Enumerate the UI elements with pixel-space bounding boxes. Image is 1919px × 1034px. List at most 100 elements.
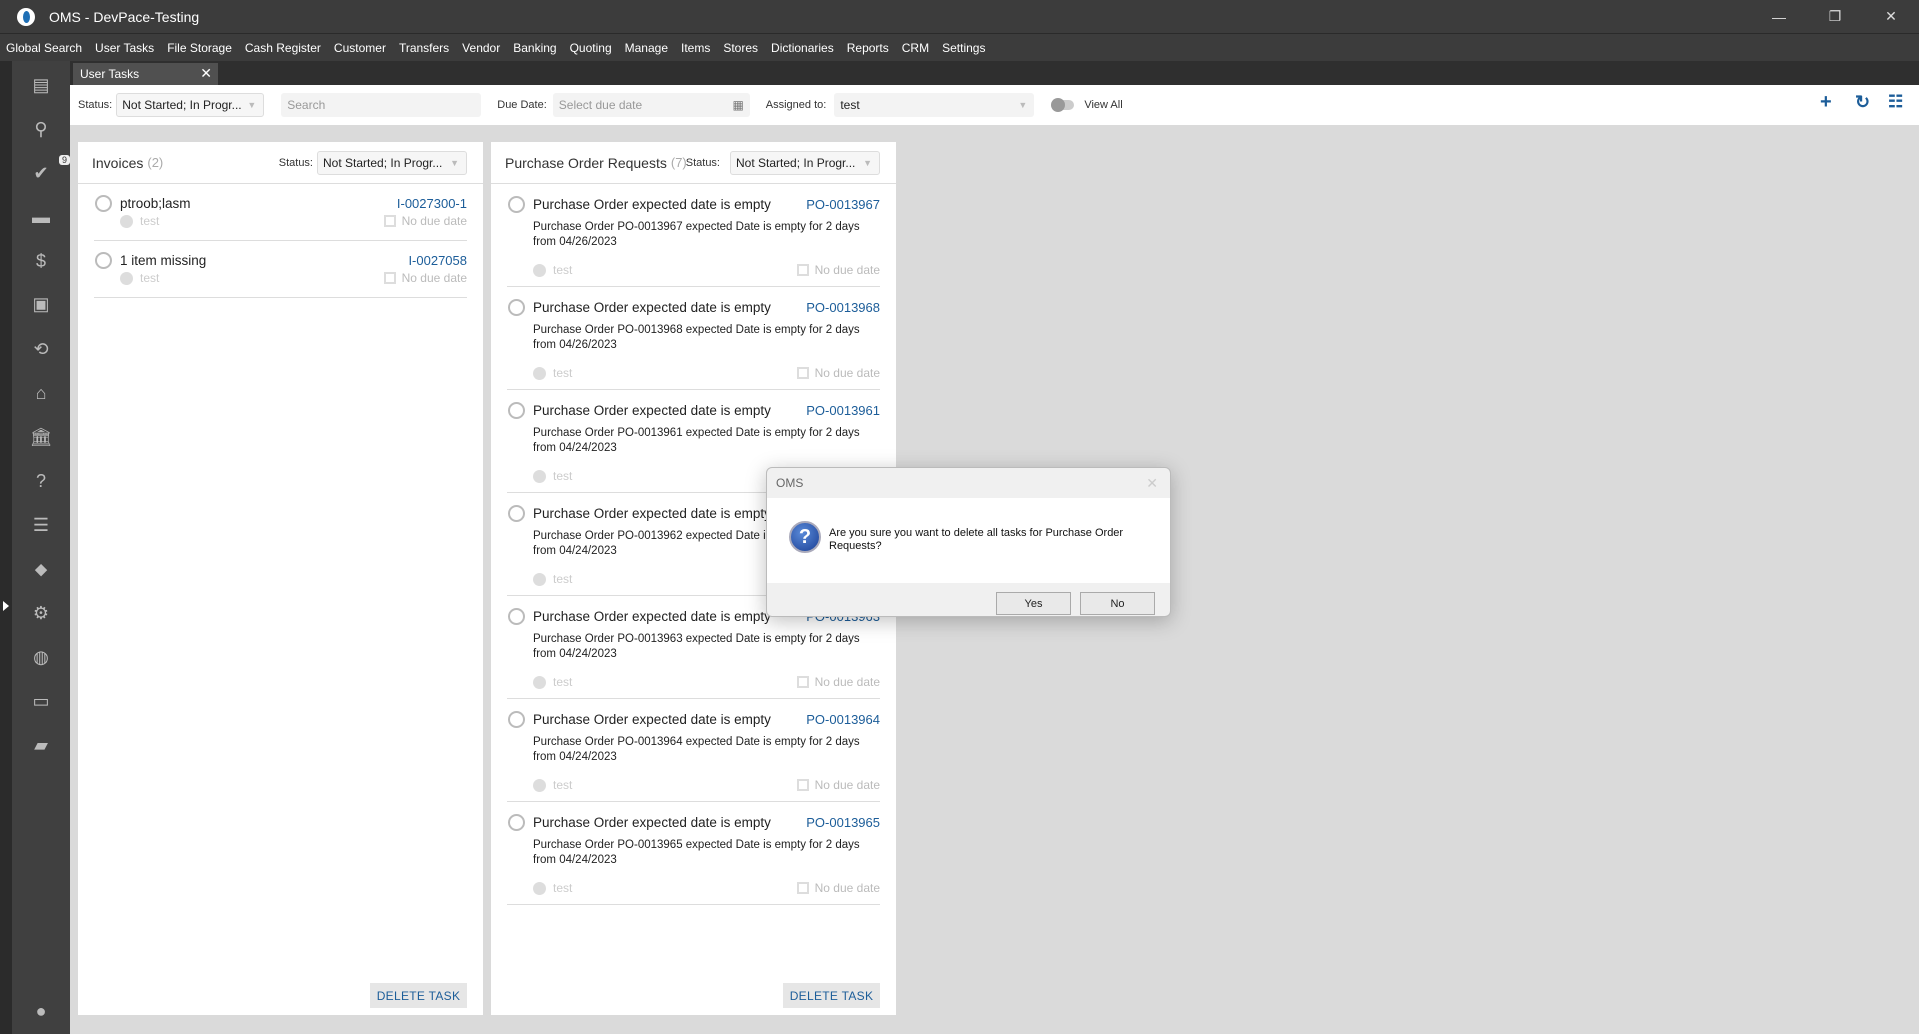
folder-icon[interactable]: ▬: [29, 205, 53, 229]
contact-icon[interactable]: ▣: [29, 292, 53, 316]
dashboard-icon[interactable]: ▤: [29, 73, 53, 97]
tab-close-icon[interactable]: ✕: [200, 65, 212, 82]
status-filter-select[interactable]: Not Started; In Progr... ▼: [116, 93, 265, 117]
tab-user-tasks[interactable]: User Tasks ✕: [73, 63, 218, 85]
menu-item[interactable]: File Storage: [167, 41, 232, 55]
user-icon: [533, 263, 546, 277]
dialog-title: OMS: [776, 476, 804, 490]
complete-radio[interactable]: [95, 195, 112, 212]
task-link[interactable]: I-0027058: [408, 253, 467, 268]
calendar-icon[interactable]: ▦: [732, 98, 743, 112]
bank-icon[interactable]: 🏛: [29, 425, 53, 449]
list-item[interactable]: 1 item missing I-0027058 test No due dat…: [94, 241, 467, 298]
complete-radio[interactable]: [508, 814, 525, 831]
po-status-select[interactable]: Not Started; In Progr... ▼: [730, 150, 880, 175]
complete-radio[interactable]: [508, 608, 525, 625]
view-all-toggle[interactable]: [1051, 98, 1075, 112]
search-icon[interactable]: ⚲: [29, 117, 53, 141]
menu-item[interactable]: Vendor: [462, 41, 500, 55]
search-input[interactable]: Search: [281, 93, 482, 117]
close-window-button[interactable]: ✕: [1863, 0, 1919, 33]
calendar-icon: [796, 264, 809, 276]
chat-icon[interactable]: ▰: [29, 733, 53, 757]
task-link[interactable]: PO-0013964: [806, 712, 880, 727]
menu-item[interactable]: Dictionaries: [771, 41, 834, 55]
task-link[interactable]: PO-0013965: [806, 815, 880, 830]
complete-radio[interactable]: [508, 505, 525, 522]
complete-radio[interactable]: [508, 711, 525, 728]
list-item[interactable]: Purchase Order expected date is empty PO…: [507, 802, 880, 905]
refresh-icon[interactable]: ↻: [1855, 92, 1870, 113]
transfers-icon[interactable]: ⟲: [29, 337, 53, 361]
restore-button[interactable]: ❐: [1807, 0, 1863, 33]
task-title: Purchase Order expected date is empty: [533, 815, 771, 830]
menu-item[interactable]: Cash Register: [245, 41, 321, 55]
task-title: Purchase Order expected date is empty: [533, 609, 771, 624]
tasks-check-icon[interactable]: ✔ 9: [29, 155, 71, 185]
due-text: No due date: [814, 778, 880, 792]
task-title: Purchase Order expected date is empty: [533, 197, 771, 212]
dollar-icon[interactable]: $: [29, 249, 53, 273]
due-date-input[interactable]: Select due date ▦: [552, 93, 750, 117]
due-date: No due date: [796, 675, 880, 689]
tag-icon[interactable]: ⬥: [29, 557, 53, 581]
menu-item[interactable]: CRM: [902, 41, 929, 55]
clipboard-icon[interactable]: ☰: [29, 513, 53, 537]
delete-task-button[interactable]: DELETE TASK: [783, 983, 880, 1008]
list-item[interactable]: Purchase Order expected date is empty PO…: [507, 287, 880, 390]
complete-radio[interactable]: [508, 402, 525, 419]
monitor-icon[interactable]: ▭: [29, 689, 53, 713]
globe-icon[interactable]: ◍: [29, 645, 53, 669]
task-link[interactable]: PO-0013967: [806, 197, 880, 212]
app-logo-icon: [17, 7, 35, 26]
task-description: Purchase Order PO-0013968 expected Date …: [533, 324, 860, 351]
user-icon[interactable]: ●: [29, 999, 53, 1023]
no-button[interactable]: No: [1080, 592, 1155, 615]
menu-item[interactable]: Reports: [847, 41, 889, 55]
dialog-close-icon[interactable]: ✕: [1146, 475, 1158, 492]
yes-button[interactable]: Yes: [996, 592, 1071, 615]
sidebar-collapse-strip[interactable]: [0, 61, 12, 1034]
menu-item[interactable]: Items: [681, 41, 710, 55]
list-view-icon[interactable]: ☷: [1888, 92, 1903, 112]
list-item[interactable]: ptroob;lasm I-0027300-1 test No due date: [94, 184, 467, 241]
status-value: Not Started; In Progr...: [323, 155, 443, 170]
menu-bar: Global Search User Tasks File Storage Cash …: [0, 33, 1919, 61]
store-icon[interactable]: ⌂: [29, 381, 53, 405]
menu-item[interactable]: Banking: [513, 41, 556, 55]
quoting-icon[interactable]: ?: [29, 469, 53, 493]
menu-item[interactable]: Settings: [942, 41, 985, 55]
assignee-name: test: [140, 271, 160, 285]
sidebar: ▤ ⚲ ✔ 9 ▬ $ ▣ ⟲ ⌂ 🏛 ? ☰ ⬥ ⚙ ◍ ▭ ▰ ●: [12, 61, 71, 1034]
list-item[interactable]: Purchase Order expected date is empty PO…: [507, 184, 880, 287]
panel-title: Purchase Order Requests: [505, 154, 667, 171]
menu-item[interactable]: Manage: [625, 41, 668, 55]
add-icon[interactable]: +: [1820, 91, 1832, 114]
menu-item[interactable]: Transfers: [399, 41, 449, 55]
task-title: ptroob;lasm: [120, 196, 191, 211]
menu-item[interactable]: Customer: [334, 41, 386, 55]
due-text: No due date: [814, 675, 880, 689]
delete-task-button[interactable]: DELETE TASK: [370, 983, 467, 1008]
task-description: Purchase Order PO-0013964 expected Date …: [533, 736, 860, 763]
menu-item[interactable]: Quoting: [570, 41, 612, 55]
menu-item[interactable]: Global Search: [6, 41, 82, 55]
task-link[interactable]: I-0027300-1: [397, 196, 467, 211]
menu-item[interactable]: Stores: [723, 41, 758, 55]
complete-radio[interactable]: [508, 299, 525, 316]
gear-icon[interactable]: ⚙: [29, 601, 53, 625]
task-link[interactable]: PO-0013961: [806, 403, 880, 418]
complete-radio[interactable]: [95, 252, 112, 269]
tab-bar: User Tasks ✕: [70, 61, 1919, 85]
complete-radio[interactable]: [508, 196, 525, 213]
minimize-button[interactable]: —: [1751, 0, 1807, 33]
expand-arrow-icon[interactable]: [3, 601, 9, 611]
assigned-select[interactable]: test ▼: [834, 93, 1035, 117]
task-link[interactable]: PO-0013968: [806, 300, 880, 315]
invoice-status-select[interactable]: Not Started; In Progr... ▼: [317, 150, 467, 175]
user-icon: [533, 675, 546, 689]
list-item[interactable]: Purchase Order expected date is empty PO…: [507, 699, 880, 802]
task-description: Purchase Order PO-0013963 expected Date …: [533, 633, 860, 660]
menu-item[interactable]: User Tasks: [95, 41, 154, 55]
assignee: test: [533, 675, 572, 689]
